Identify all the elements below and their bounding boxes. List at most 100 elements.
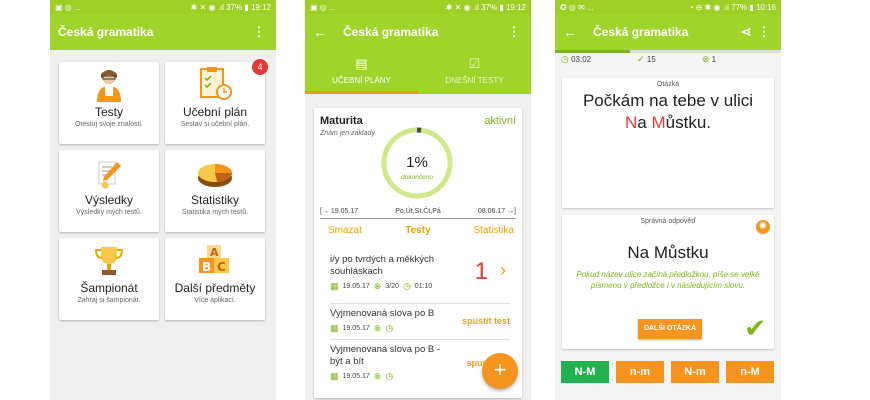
status-bar: ▣ ◎ ... ✱ ✕ ◉ .ıl 37% ▮ 19:12	[305, 0, 531, 14]
plan-end: 08.06.17 →]	[477, 208, 516, 215]
wrong-icon: ⊗	[373, 323, 382, 333]
card-subtitle: Otestuj svoje znalosti.	[74, 121, 144, 128]
notification-badge: 4	[252, 59, 268, 75]
card-title: Další předměty	[174, 281, 256, 295]
app-bar: ← Česká gramatika ⋖ ⋮	[555, 14, 781, 50]
pencil-icon	[59, 150, 159, 190]
test-item[interactable]: Vyjmenovaná slova po B ▦ 19.05.17 ⊗ ◷ spu…	[330, 308, 510, 340]
card-title: Testy	[94, 105, 123, 119]
add-fab-button[interactable]: +	[482, 353, 518, 389]
status-right: ✱ ✕ ◉ .ıl 37% ▮ 19:12	[445, 2, 526, 12]
question-part: ůstku.	[665, 113, 711, 132]
timer-icon: ◷	[385, 371, 394, 381]
next-question-button[interactable]: DALŠÍ OTÁZKA	[638, 319, 702, 339]
trophy-icon	[59, 238, 159, 278]
plan-percent: 1%	[406, 154, 428, 171]
status-left: ▣ ◎ ...	[55, 2, 81, 12]
calendar-icon: ▦	[330, 323, 339, 333]
more-vert-icon[interactable]: ⋮	[755, 24, 773, 40]
screen-study-plan: ▣ ◎ ... ✱ ✕ ◉ .ıl 37% ▮ 19:12 ← Česká gr…	[305, 0, 531, 400]
test-item[interactable]: i/y po tvrdých a měkkých souhláskach ▦ 19…	[330, 254, 510, 304]
wrong-icon: ⊗	[701, 54, 710, 64]
plan-name: Maturita	[320, 115, 363, 127]
card-testy[interactable]: Testy Otestuj svoje znalosti.	[59, 62, 159, 144]
svg-text:C: C	[217, 260, 226, 274]
app-bar: Česká gramatika ⋮	[50, 14, 276, 50]
card-statistiky[interactable]: Statistiky Statistika mých testů.	[165, 150, 265, 232]
test-name: Vyjmenovaná slova po B - být a bít	[330, 344, 441, 367]
divider	[320, 218, 516, 219]
timer-icon: ◷	[402, 281, 411, 291]
back-arrow-icon[interactable]: ←	[313, 24, 335, 40]
question-part: Počkám na tebe v ulici	[582, 91, 754, 110]
share-icon[interactable]: ⋖	[737, 24, 755, 40]
tab-label: UČEBNÍ PLÁNY	[332, 76, 391, 85]
wrong-icon: ⊗	[373, 371, 382, 381]
card-title: Výsledky	[84, 193, 134, 207]
timer-icon: ◷	[385, 323, 394, 333]
calendar-icon: ▦	[330, 371, 339, 381]
app-title: Česká gramatika	[343, 25, 439, 39]
card-title: Učební plán	[182, 105, 248, 119]
card-subtitle: Více aplikací.	[194, 297, 236, 304]
card-sampionat[interactable]: Šampionát Zahraj si šampionát.	[59, 238, 159, 320]
test-name: i/y po tvrdých a měkkých souhláskach	[330, 254, 435, 277]
option-button-2[interactable]: n-m	[616, 361, 664, 383]
plan-subtitle: Znám jen základy	[320, 130, 375, 137]
plan-end-date: 08.06.17	[477, 208, 506, 215]
tab-dnesni-testy[interactable]: ☑ DNEŠNÍ TESTY	[418, 50, 531, 94]
more-vert-icon[interactable]: ⋮	[505, 24, 523, 40]
more-vert-icon[interactable]: ⋮	[250, 24, 268, 40]
test-date: 19.05.17	[342, 325, 370, 332]
option-button-3[interactable]: N-m	[671, 361, 719, 383]
wrong-icon: ⊗	[373, 281, 382, 291]
option-button-4[interactable]: n-M	[726, 361, 774, 383]
card-dalsi-predmety[interactable]: BCA Další předměty Více aplikací.	[165, 238, 265, 320]
card-subtitle: Statistika mých testů.	[181, 209, 249, 216]
option-button-1[interactable]: N-M	[561, 361, 609, 383]
chevron-right-icon[interactable]: ›	[500, 260, 506, 281]
test-big-number: 1	[474, 258, 488, 285]
card-vysledky[interactable]: Výsledky Výsledky mých testů.	[59, 150, 159, 232]
quiz-correct: ✓ 15	[637, 54, 656, 65]
checklist-icon	[165, 62, 265, 102]
status-bar: ✪ ◎ ✉ ... ◔ ⊖ ✱ ◉ .ıl 77% ▮ 10:16	[555, 0, 781, 14]
pie-chart-icon	[165, 150, 265, 190]
card-ucebni-plan[interactable]: 4 Učební plán Sestav si učební plán.	[165, 59, 268, 144]
svg-text:B: B	[202, 260, 211, 274]
checked-clipboard-icon: ☑	[468, 56, 481, 71]
back-arrow-icon[interactable]: ←	[563, 24, 585, 40]
quiz-progress-fill	[555, 50, 630, 53]
question-text: Počkám na tebe v ulici Na Můstku.	[562, 88, 774, 136]
svg-text:A: A	[210, 246, 219, 259]
status-right: ✱ ✕ ◉ .ıl 37% ▮ 19:12	[190, 2, 271, 12]
start-test-button[interactable]: spustit test	[462, 316, 510, 326]
quiz-timer-value: 03:02	[571, 55, 592, 64]
statistics-button[interactable]: Statistika	[473, 225, 514, 236]
card-subtitle: Výsledky mých testů.	[76, 209, 142, 216]
quiz-timer: ◷ 03:02	[561, 54, 591, 65]
screen-home: ▣ ◎ ... ✱ ✕ ◉ .ıl 37% ▮ 19:12 Česká gram…	[50, 0, 276, 400]
timer-icon: ◷	[561, 54, 569, 64]
quiz-wrong: ⊗ 1	[702, 54, 716, 65]
clipboard-icon: ▤	[355, 56, 368, 71]
hint-sun-icon[interactable]: ✺	[756, 220, 770, 234]
plan-state: aktivní	[484, 115, 516, 127]
quiz-stats: ◷ 03:02 ✓ 15 ⊗ 1	[555, 53, 781, 66]
quiz-wrong-value: 1	[711, 55, 717, 64]
question-highlight: N	[625, 113, 638, 132]
card-title: Šampionát	[80, 281, 138, 295]
status-right: ◔ ⊖ ✱ ◉ .ıl 77% ▮ 10:16	[688, 2, 776, 12]
teacher-icon	[59, 62, 159, 102]
tab-ucebni-plany[interactable]: ▤ UČEBNÍ PLÁNY	[305, 50, 418, 94]
checkmark-icon: ✔	[744, 313, 766, 343]
card-title: Statistiky	[190, 193, 239, 207]
check-circle-icon: ✓	[637, 54, 645, 64]
card-subtitle: Zahraj si šampionát.	[77, 297, 141, 304]
answer-explanation: Pokud název ulice začíná předložkou, píš…	[576, 270, 760, 290]
status-left: ▣ ◎ ...	[310, 2, 336, 12]
plan-done-label: dokončeno	[401, 174, 433, 181]
app-title: Česká gramatika	[58, 25, 154, 39]
test-date: 19.05.17	[342, 373, 370, 380]
test-score: 3/20	[385, 283, 399, 290]
